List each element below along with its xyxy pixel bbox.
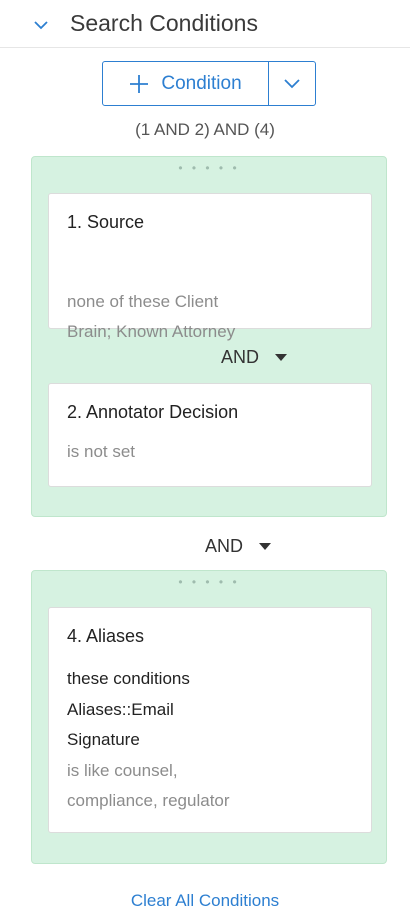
drag-handle-icon[interactable]: • • • • •: [32, 576, 386, 588]
section-title: Search Conditions: [70, 10, 258, 36]
search-conditions-header[interactable]: Search Conditions: [0, 0, 410, 48]
clear-all-conditions-link[interactable]: Clear All Conditions: [0, 891, 410, 911]
add-condition-dropdown[interactable]: [269, 62, 315, 105]
chevron-down-icon: [284, 78, 300, 88]
condition-card[interactable]: 4. Aliases these conditions Aliases::Ema…: [48, 607, 372, 833]
add-condition-label: Condition: [161, 72, 242, 94]
condition-detail: Aliases::Email: [67, 700, 174, 719]
operator-label: AND: [221, 347, 260, 367]
operator-label: AND: [205, 536, 244, 556]
condition-title: 2. Annotator Decision: [67, 402, 239, 422]
condition-detail: these conditions: [67, 669, 190, 688]
condition-card[interactable]: 2. Annotator Decision is not set: [48, 383, 372, 487]
condition-detail: is like counsel,: [67, 761, 178, 780]
condition-detail: Brain; Known Attorney: [67, 322, 236, 341]
caret-down-icon: [259, 543, 272, 550]
operator-dropdown[interactable]: AND: [221, 347, 288, 368]
operator-dropdown[interactable]: AND: [205, 536, 272, 557]
condition-detail: Signature: [67, 730, 140, 749]
chevron-down-icon[interactable]: [34, 18, 48, 32]
logic-expression: (1 AND 2) AND (4): [135, 120, 275, 139]
caret-down-icon: [275, 354, 288, 361]
condition-detail: none of these Client: [67, 292, 219, 311]
condition-group: • • • • • 1. Source none of these Client…: [31, 156, 387, 517]
drag-handle-icon[interactable]: • • • • •: [32, 162, 386, 174]
condition-group: • • • • • 4. Aliases these conditions Al…: [31, 570, 387, 864]
condition-card[interactable]: 1. Source none of these Client Brain; Kn…: [48, 193, 372, 341]
condition-title: 4. Aliases: [67, 626, 145, 646]
condition-detail: is not set: [67, 442, 136, 461]
condition-title: 1. Source: [67, 212, 145, 232]
condition-detail: compliance, regulator: [67, 791, 230, 810]
add-condition-split-button: Condition: [102, 61, 316, 106]
plus-icon: [130, 74, 149, 93]
add-condition-button[interactable]: Condition: [103, 62, 269, 105]
